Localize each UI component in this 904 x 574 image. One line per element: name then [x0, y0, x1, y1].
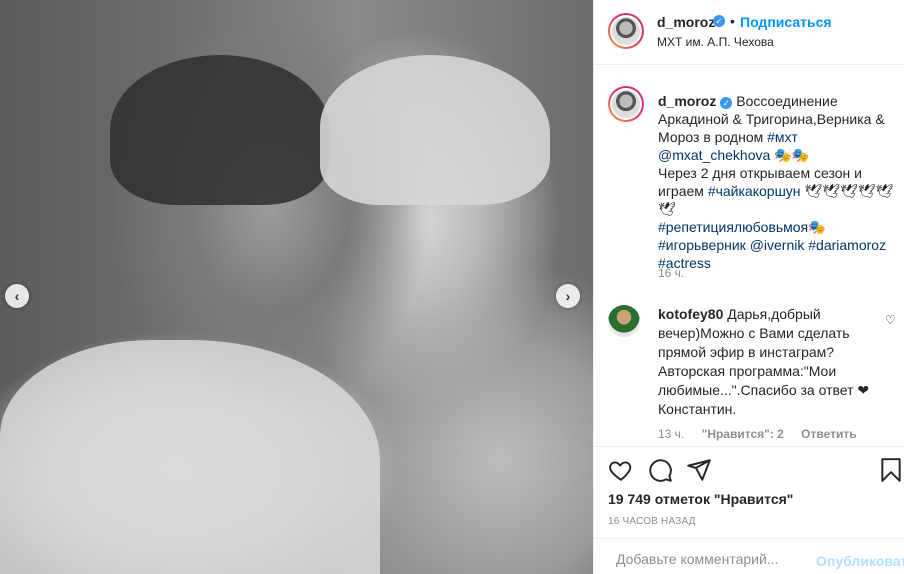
comment-avatar[interactable] — [608, 305, 640, 337]
follow-button[interactable]: Подписаться — [740, 14, 832, 30]
caption-username[interactable]: d_moroz — [658, 93, 716, 109]
caption-time: 16 ч. — [658, 266, 685, 280]
publish-button[interactable]: Опубликовать — [816, 553, 904, 569]
comment-like-heart-icon[interactable]: ♡ — [885, 313, 896, 327]
bookmark-icon[interactable] — [878, 457, 904, 483]
carousel-prev-button[interactable]: ‹ — [5, 284, 29, 308]
post-side-panel: d_moroz ✓ • Подписаться МХТ им. А.П. Чех… — [593, 0, 904, 574]
hashtag-link[interactable]: #репетициялюбовьмоя — [658, 219, 808, 235]
location-link[interactable]: МХТ им. А.П. Чехова — [657, 35, 774, 49]
comment-time: 13 ч. — [658, 427, 685, 441]
caption-text: d_moroz ✓ Воссоединение Аркадиной & Триго… — [658, 92, 898, 272]
likes-count[interactable]: 19 749 отметок "Нравится" — [608, 491, 793, 507]
reply-button[interactable]: Ответить — [801, 427, 856, 441]
hashtag-link[interactable]: #чайкакоршун — [708, 183, 801, 199]
verified-badge-icon: ✓ — [720, 97, 733, 109]
comment-meta: 13 ч. "Нравится": 2 Ответить — [658, 427, 871, 441]
comment-icon[interactable] — [647, 457, 673, 483]
share-icon[interactable] — [686, 457, 712, 483]
caption-emoji: 🎭 — [808, 219, 826, 235]
chevron-right-icon: › — [565, 288, 571, 304]
hashtag-link[interactable]: #игорьверник — [658, 237, 746, 253]
header-username[interactable]: d_moroz — [657, 14, 715, 30]
caption-avatar[interactable] — [608, 86, 644, 122]
heart-icon[interactable] — [608, 457, 634, 483]
post-timestamp: 16 ЧАСОВ НАЗАД — [608, 516, 696, 527]
comment-likes[interactable]: "Нравится": 2 — [702, 427, 784, 441]
mention-link[interactable]: @ivernik — [750, 237, 805, 253]
avatar[interactable] — [608, 13, 644, 49]
hashtag-link[interactable]: #мхт — [767, 129, 798, 145]
hashtag-link[interactable]: #dariamoroz — [808, 237, 886, 253]
action-bar — [608, 457, 901, 485]
separator-dot: • — [730, 13, 735, 29]
post-photo: ‹ › — [0, 0, 593, 574]
comment-body: Дарья,добрый вечер)Можно с Вами сделать … — [658, 306, 870, 417]
post-header: d_moroz ✓ • Подписаться МХТ им. А.П. Чех… — [594, 0, 904, 65]
photo-detail — [110, 55, 330, 205]
verified-badge-icon: ✓ — [713, 15, 725, 27]
carousel-next-button[interactable]: › — [556, 284, 580, 308]
photo-detail — [320, 55, 550, 205]
comment-text: kotofey80 Дарья,добрый вечер)Можно с Вам… — [658, 305, 880, 419]
comment-input[interactable] — [616, 547, 811, 571]
add-comment-bar: Опубликовать — [594, 538, 904, 574]
photo-detail — [0, 340, 380, 574]
mention-link[interactable]: @mxat_chekhova — [658, 147, 770, 163]
caption-emoji: 🎭🎭 — [770, 147, 810, 163]
comment-username[interactable]: kotofey80 — [658, 306, 723, 322]
chevron-left-icon: ‹ — [14, 288, 20, 304]
divider — [594, 446, 904, 447]
